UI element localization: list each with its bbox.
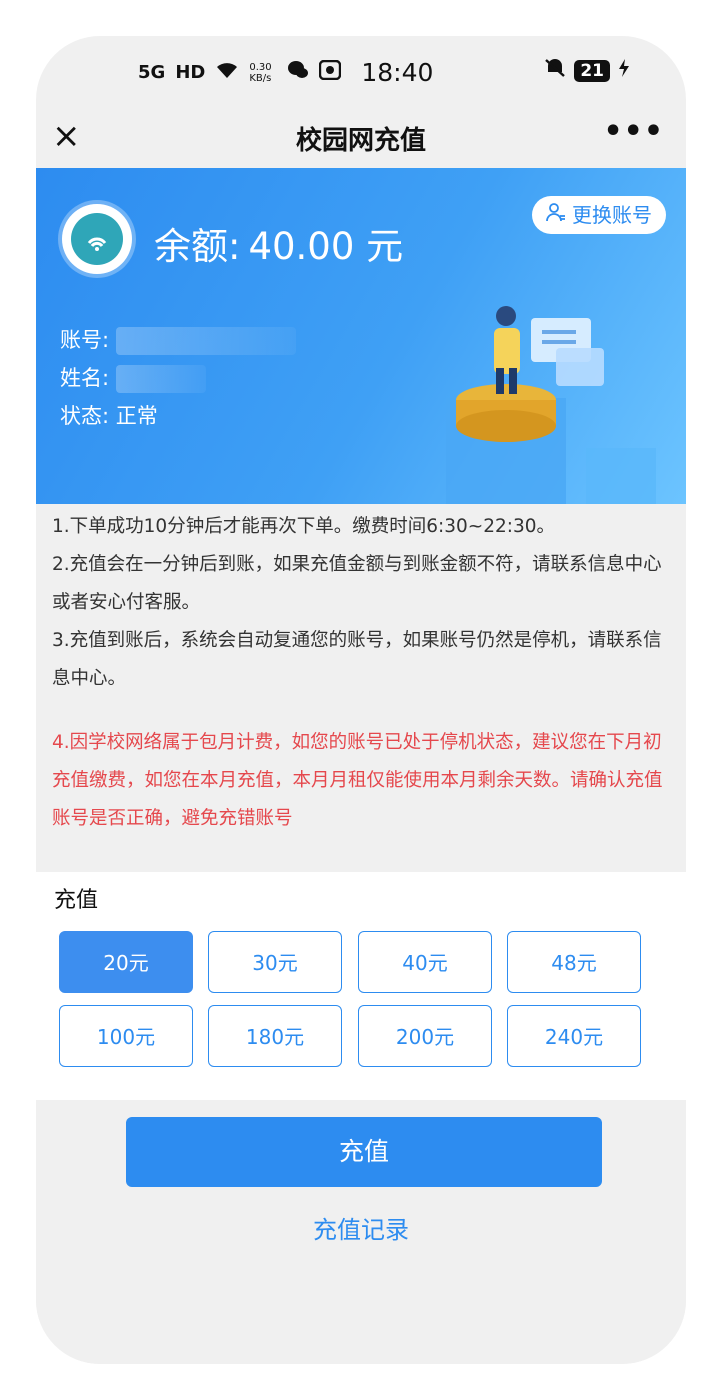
balance: 余额: 40.00 元 [154, 216, 403, 270]
illustration [446, 306, 656, 504]
amount-option-200[interactable]: 200元 [358, 1005, 492, 1067]
wifi-icon [215, 60, 239, 86]
amount-option-30[interactable]: 30元 [208, 931, 342, 993]
status-value: 正常 [115, 404, 158, 428]
amount-option-48[interactable]: 48元 [507, 931, 641, 993]
message-icon [319, 59, 342, 86]
status-row: 状态: 正常 [60, 400, 158, 430]
name-label: 姓名: [60, 366, 110, 390]
recharge-section: 充值 20元 30元 40元 48元 100元 180元 200元 240元 [36, 872, 686, 1100]
recharge-history-link[interactable]: 充值记录 [36, 1210, 686, 1245]
balance-value: 40.00 元 [248, 225, 404, 268]
clock: 18:40 [361, 58, 434, 87]
phone-screen: 5G HD 0.30 KB/s 18:40 21 × 校园网充值 ••• 余额:… [36, 36, 686, 1364]
name-value-redacted [115, 365, 206, 393]
amount-option-180[interactable]: 180元 [208, 1005, 342, 1067]
amount-option-40[interactable]: 40元 [358, 931, 492, 993]
user-switch-icon [545, 203, 572, 227]
status-bar: 5G HD 0.30 KB/s 18:40 21 [36, 36, 686, 108]
switch-account-label: 更换账号 [572, 203, 652, 227]
signal-icon: 5G [138, 62, 166, 83]
page-title: 校园网充值 [295, 126, 426, 156]
more-icon[interactable]: ••• [603, 114, 664, 149]
hd-icon: HD [175, 62, 206, 83]
avatar [62, 204, 132, 274]
charging-icon [618, 58, 630, 83]
amount-option-20[interactable]: 20元 [59, 931, 193, 993]
notice-3: 3.充值到账后，系统会自动复通您的账号，如果账号仍然是停机，请联系信息中心。 [52, 630, 662, 689]
account-value-redacted [115, 327, 296, 355]
status-label: 状态: [60, 404, 110, 428]
nav-bar: × 校园网充值 ••• [36, 108, 686, 168]
recharge-label: 充值 [54, 888, 99, 913]
account-row: 账号: [60, 324, 296, 355]
notice-section: 1.下单成功10分钟后才能再次下单。缴费时间6:30~22:30。 2.充值会在… [36, 504, 686, 872]
bottom-actions: 充值 充值记录 [36, 1100, 686, 1364]
amount-option-240[interactable]: 240元 [507, 1005, 641, 1067]
notice-2: 2.充值会在一分钟后到账，如果充值金额与到账金额不符，请联系信息中心或者安心付客… [52, 554, 662, 613]
battery-icon: 21 [574, 59, 610, 82]
name-row: 姓名: [60, 362, 206, 393]
account-banner: 余额: 40.00 元 更换账号 账号: 姓名: 状态: 正常 [36, 168, 686, 504]
wifi-bag-icon [71, 213, 123, 265]
amount-option-100[interactable]: 100元 [59, 1005, 193, 1067]
notice-4-warning: 4.因学校网络属于包月计费，如您的账号已处于停机状态，建议您在下月初充值缴费，如… [52, 732, 663, 829]
network-speed: 0.30 KB/s [249, 61, 272, 84]
mute-icon [544, 58, 566, 83]
balance-label: 余额: [154, 225, 241, 268]
recharge-button[interactable]: 充值 [126, 1117, 602, 1187]
notice-1: 1.下单成功10分钟后才能再次下单。缴费时间6:30~22:30。 [52, 516, 556, 537]
account-label: 账号: [60, 328, 110, 352]
wechat-icon [287, 60, 309, 86]
switch-account-button[interactable]: 更换账号 [531, 196, 666, 234]
